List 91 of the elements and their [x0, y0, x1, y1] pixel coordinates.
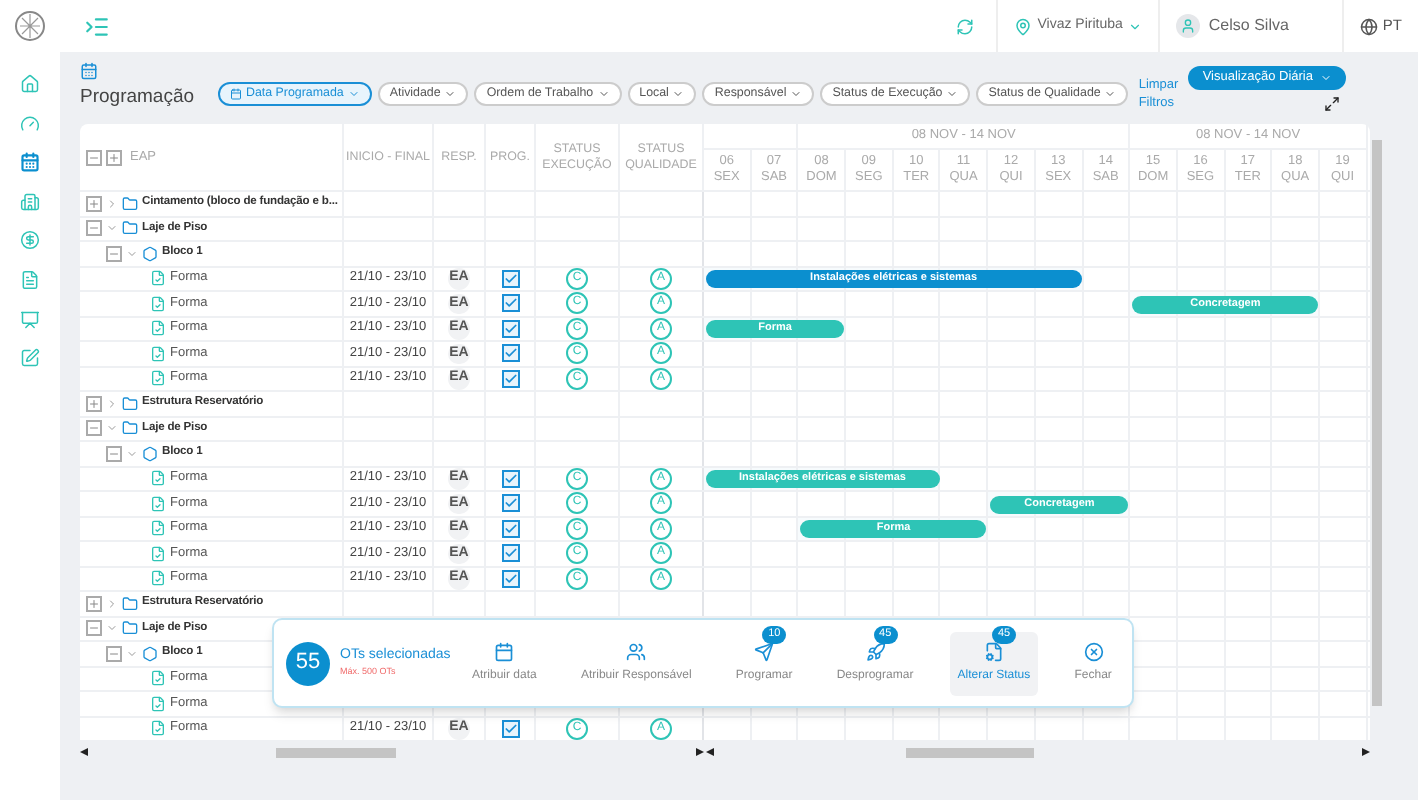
scroll-right-icon[interactable] [1362, 748, 1370, 756]
collapse-toggle[interactable] [86, 620, 102, 637]
file-icon [150, 695, 166, 712]
prog-checkbox[interactable] [501, 494, 519, 513]
file-icon [150, 570, 166, 587]
prog-checkbox[interactable] [501, 519, 519, 538]
file-icon [150, 670, 166, 687]
selection-count: 55 [286, 641, 330, 685]
file-icon [150, 370, 166, 387]
caret-icon [1128, 19, 1143, 33]
close-icon [1083, 641, 1104, 661]
horizontal-scrollbar[interactable] [276, 747, 396, 757]
folder-icon [122, 195, 138, 212]
plus-icon [88, 197, 100, 210]
file-icon [150, 270, 166, 287]
caret-icon [444, 88, 457, 100]
caret-icon [597, 88, 610, 100]
home-icon[interactable] [20, 74, 40, 94]
caret-icon [1319, 71, 1331, 83]
prog-checkbox[interactable] [501, 569, 519, 588]
board-icon[interactable] [20, 309, 40, 330]
expand-icon[interactable] [1323, 95, 1339, 111]
assign-icon [626, 641, 647, 661]
prog-checkbox[interactable] [501, 344, 519, 363]
collapse-toggle[interactable] [106, 245, 122, 262]
status-icon [983, 641, 1004, 661]
refresh-icon[interactable] [955, 17, 974, 35]
plus-icon [88, 397, 100, 410]
hexagon-icon [142, 245, 158, 262]
unschedule-icon [865, 641, 886, 661]
prog-checkbox[interactable] [501, 719, 519, 738]
calendar-icon[interactable] [20, 152, 40, 173]
check-icon [503, 721, 517, 736]
file-icon [150, 320, 166, 337]
page-title: Programação [80, 84, 197, 113]
file-icon [150, 495, 166, 512]
caret-icon [672, 88, 685, 100]
hexagon-icon [142, 445, 158, 462]
user-name[interactable]: Celso Silva [1208, 14, 1289, 38]
scroll-left-icon[interactable] [80, 748, 88, 756]
collapse-toggle[interactable] [86, 220, 102, 237]
folder-icon [122, 595, 138, 612]
folder-icon [122, 620, 138, 637]
collapse-toggle[interactable] [86, 420, 102, 437]
calendar-icon [230, 88, 242, 100]
expand-all-toggle[interactable] [106, 149, 122, 165]
prog-checkbox[interactable] [501, 469, 519, 488]
prog-checkbox[interactable] [501, 369, 519, 388]
building-icon[interactable] [20, 191, 40, 212]
prog-checkbox[interactable] [501, 544, 519, 563]
schedule-icon [754, 641, 775, 661]
file-icon [150, 720, 166, 737]
collapse-all-toggle[interactable] [86, 149, 102, 165]
edit-icon[interactable] [20, 348, 40, 369]
expand-toggle[interactable] [86, 595, 102, 612]
date-icon [494, 641, 515, 661]
expand-toggle[interactable] [86, 395, 102, 412]
calendar-icon [80, 62, 98, 81]
collapse-toggle[interactable] [106, 445, 122, 462]
scroll-right-icon[interactable] [696, 748, 704, 756]
file-icon [150, 345, 166, 362]
caret-icon [1104, 88, 1117, 100]
expand-toggle[interactable] [86, 195, 102, 212]
scroll-left-icon[interactable] [706, 748, 714, 756]
pin-icon [1013, 17, 1032, 35]
folder-icon [122, 220, 138, 237]
minus-icon [88, 151, 100, 163]
prog-checkbox[interactable] [501, 294, 519, 313]
caret-icon [347, 88, 360, 100]
vertical-scrollbar[interactable] [1372, 140, 1382, 706]
folder-icon [122, 395, 138, 412]
file-icon [150, 520, 166, 537]
globe-icon [1360, 17, 1379, 35]
money-icon[interactable] [20, 230, 40, 251]
plus-icon [88, 597, 100, 610]
file-icon[interactable] [20, 269, 40, 290]
menu-icon[interactable] [84, 13, 110, 39]
plus-icon [108, 151, 120, 163]
hexagon-icon [142, 645, 158, 662]
gauge-icon[interactable] [20, 113, 40, 134]
file-icon [150, 470, 166, 487]
folder-icon [122, 420, 138, 437]
prog-checkbox[interactable] [501, 319, 519, 338]
prog-checkbox[interactable] [501, 269, 519, 288]
horizontal-scrollbar[interactable] [906, 747, 1034, 757]
file-icon [150, 295, 166, 312]
file-icon [150, 545, 166, 562]
caret-icon [790, 88, 803, 100]
collapse-toggle[interactable] [106, 645, 122, 662]
logo-icon [14, 10, 46, 42]
caret-icon [946, 88, 959, 100]
